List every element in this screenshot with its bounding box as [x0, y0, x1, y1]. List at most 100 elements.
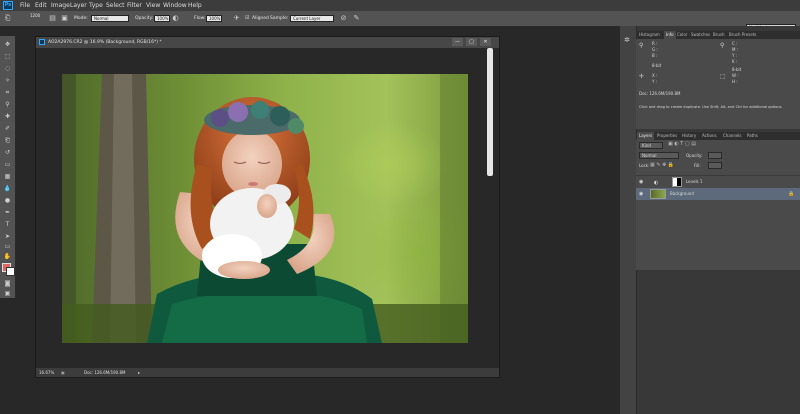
menu-window[interactable]: Window	[163, 0, 187, 11]
document-icon	[39, 39, 45, 45]
tab-channels[interactable]: Channels	[721, 132, 744, 140]
ignore-adjustment-icon[interactable]: ⊘	[339, 14, 348, 23]
layer-name[interactable]: Levels 1	[686, 176, 702, 188]
tab-layers[interactable]: Layers	[637, 132, 655, 140]
layer-mask-thumbnail[interactable]	[672, 177, 682, 187]
gradient-tool-icon[interactable]: ▦	[2, 172, 13, 181]
clone-source-icon[interactable]: ▣	[60, 14, 69, 23]
filter-kind-label: Kind	[642, 143, 651, 148]
sample-select[interactable]: Current Layer	[290, 15, 334, 22]
minimize-button[interactable]: —	[452, 38, 463, 46]
tab-info[interactable]: Info	[664, 31, 676, 39]
close-button[interactable]: ✕	[480, 38, 491, 46]
tab-paths[interactable]: Paths	[745, 132, 760, 140]
info-c-label: C :	[732, 41, 738, 46]
flow-input[interactable]: 100%	[206, 15, 222, 22]
tab-color[interactable]: Color	[675, 31, 689, 39]
info-bit-left: 8-bit	[652, 63, 662, 68]
clone-stamp-tool-icon[interactable]: ⎗	[2, 136, 13, 145]
layer-opacity-label: Opacity:	[686, 153, 703, 158]
aligned-checkbox[interactable]: ☑	[245, 11, 249, 26]
canvas-area[interactable]	[36, 48, 499, 368]
layer-row-background[interactable]: ◉ Background 🔒	[636, 188, 800, 200]
lock-label: Lock:	[639, 163, 650, 168]
mode-select[interactable]: Normal	[91, 15, 129, 22]
maximize-button[interactable]: ▢	[466, 38, 477, 46]
info-hint: Click and drag to create duplicate. Use …	[639, 105, 783, 109]
menu-type[interactable]: Type	[89, 0, 103, 11]
dodge-tool-icon[interactable]: ●	[2, 196, 13, 205]
menu-view[interactable]: View	[146, 0, 160, 11]
fill-label: Fill:	[694, 163, 701, 168]
menu-bar: Ps File Edit Image Layer Type Select Fil…	[0, 0, 800, 11]
layer-row-levels[interactable]: ◉ ◐ Levels 1	[636, 175, 800, 188]
tab-history[interactable]: History	[680, 132, 698, 140]
lock-icons[interactable]: ▦ ✎ ✥ 🔒	[650, 162, 674, 168]
background-color-swatch[interactable]	[6, 267, 15, 276]
status-arrow-icon[interactable]: ▸	[138, 368, 140, 377]
menu-layer[interactable]: Layer	[70, 0, 87, 11]
crosshair-icon: ✛	[639, 73, 645, 80]
hand-tool-icon[interactable]: ✋	[2, 252, 13, 261]
airbrush-icon[interactable]: ✈	[232, 14, 241, 23]
quick-mask-icon[interactable]: ◙	[2, 279, 13, 288]
pressure-size-icon[interactable]: ✎	[352, 14, 361, 23]
menu-file[interactable]: File	[20, 0, 30, 11]
brush-panel-icon[interactable]: ▤	[48, 14, 57, 23]
visibility-eye-icon[interactable]: ◉	[639, 179, 645, 185]
eyedropper-tool-icon[interactable]: ⚲	[2, 100, 13, 109]
layer-filter-icons[interactable]: ▣ ◐ T ▢ ▤	[668, 141, 696, 147]
eraser-tool-icon[interactable]: ▭	[2, 160, 13, 169]
brush-tool-icon[interactable]: ✐	[2, 124, 13, 133]
layer-name[interactable]: Background	[670, 188, 694, 200]
info-doc-size: Doc: 126.6M/190.8M	[639, 91, 681, 96]
document-tab[interactable]: AO2A2976.CR2 @ 16.9% (Background, RGB/16…	[36, 37, 499, 48]
layers-panel: Kind ▣ ◐ T ▢ ▤ Normal Opacity: Lock: ▦ ✎…	[636, 140, 800, 270]
fill-input[interactable]	[708, 162, 722, 169]
visibility-eye-icon[interactable]: ◉	[639, 191, 645, 197]
tab-histogram[interactable]: Histogram	[637, 31, 662, 39]
document-window: AO2A2976.CR2 @ 16.9% (Background, RGB/16…	[35, 36, 500, 378]
pen-tool-icon[interactable]: ✒	[2, 208, 13, 217]
blur-tool-icon[interactable]: 💧	[2, 184, 13, 193]
layer-opacity-input[interactable]	[708, 152, 722, 159]
tab-brush-presets[interactable]: Brush Presets	[727, 31, 758, 39]
brush-preset-icon[interactable]: ✲	[624, 36, 630, 44]
filter-kind-select[interactable]: Kind	[639, 142, 663, 149]
history-brush-tool-icon[interactable]: ↺	[2, 148, 13, 157]
layer-thumbnail[interactable]	[650, 189, 666, 199]
sample-label: Sample:	[270, 16, 289, 21]
tab-properties[interactable]: Properties	[655, 132, 679, 140]
photoshop-logo: Ps	[3, 1, 13, 10]
healing-brush-tool-icon[interactable]: ✚	[2, 112, 13, 121]
zoom-level[interactable]: 16.67%	[39, 368, 54, 377]
tab-brush[interactable]: Brush	[711, 31, 727, 39]
crop-tool-icon[interactable]: ⌗	[2, 88, 13, 97]
path-select-tool-icon[interactable]: ➤	[2, 232, 13, 241]
brush-size[interactable]: 1200	[30, 8, 40, 23]
info-x-label: X :	[652, 73, 658, 78]
tab-swatches[interactable]: Swatches	[689, 31, 712, 39]
move-tool-icon[interactable]: ✥	[2, 40, 13, 49]
info-r-label: R :	[652, 41, 658, 46]
type-tool-icon[interactable]: T	[2, 220, 13, 229]
menu-filter[interactable]: Filter	[127, 0, 142, 11]
marquee-tool-icon[interactable]: ⬚	[2, 52, 13, 61]
tab-actions[interactable]: Actions	[700, 132, 719, 140]
photo-canvas[interactable]	[62, 74, 468, 343]
menu-help[interactable]: Help	[188, 0, 202, 11]
blend-mode-select[interactable]: Normal	[639, 152, 679, 159]
pressure-opacity-icon[interactable]: ◐	[171, 14, 180, 23]
lock-icon: 🔒	[788, 191, 795, 197]
status-menu-icon[interactable]: ▣	[61, 368, 65, 377]
menu-select[interactable]: Select	[106, 0, 125, 11]
lasso-tool-icon[interactable]: ◌	[2, 64, 13, 73]
clone-stamp-icon[interactable]: ⎗	[3, 14, 12, 23]
info-bit-right: 8-bit	[732, 67, 742, 72]
screen-mode-icon[interactable]: ▣	[2, 289, 13, 298]
vertical-scrollbar[interactable]	[487, 48, 493, 176]
quick-select-tool-icon[interactable]: ✧	[2, 76, 13, 85]
menu-image[interactable]: Image	[51, 0, 70, 11]
shape-tool-icon[interactable]: ▭	[2, 242, 13, 251]
opacity-input[interactable]: 100%	[154, 15, 170, 22]
